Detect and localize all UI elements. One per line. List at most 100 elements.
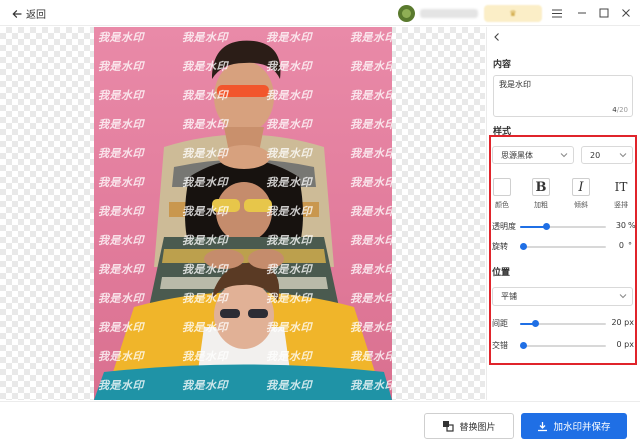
- stagger-value: 0 px: [616, 340, 634, 349]
- bold-icon: B: [535, 179, 547, 195]
- watermark-tile: 我是水印: [182, 176, 228, 189]
- watermark-tile: 我是水印: [266, 379, 312, 392]
- crown-icon: ♛: [509, 9, 517, 18]
- watermark-tile: 我是水印: [182, 31, 228, 44]
- watermark-tile: 我是水印: [350, 263, 392, 276]
- watermark-tile: 我是水印: [182, 205, 228, 218]
- stagger-label: 交错: [492, 341, 508, 350]
- watermark-tile: 我是水印: [266, 176, 312, 189]
- opacity-value: 30: [615, 221, 626, 230]
- watermark-tile: 我是水印: [266, 263, 312, 276]
- rotate-slider-handle[interactable]: [520, 243, 527, 250]
- watermark-tile: 我是水印: [182, 60, 228, 73]
- watermark-tile: 我是水印: [266, 321, 312, 334]
- watermark-tile: 我是水印: [182, 118, 228, 131]
- watermark-tile: 我是水印: [350, 118, 392, 131]
- back-button[interactable]: 返回: [12, 6, 46, 21]
- watermark-tile: 我是水印: [266, 147, 312, 160]
- watermark-tile: 我是水印: [350, 60, 392, 73]
- minimize-button[interactable]: [575, 6, 589, 20]
- watermark-tile: 我是水印: [182, 321, 228, 334]
- watermark-tile: 我是水印: [98, 292, 144, 305]
- replace-image-label: 替换图片: [459, 422, 496, 433]
- watermark-tile: 我是水印: [98, 379, 144, 392]
- watermark-tile: 我是水印: [350, 176, 392, 189]
- position-section-title: 位置: [492, 268, 511, 278]
- vertical-text-label: 竖排: [614, 201, 628, 209]
- font-family-select[interactable]: 思源黑体: [492, 146, 574, 164]
- avatar[interactable]: [398, 5, 415, 22]
- watermark-tile: 我是水印: [182, 292, 228, 305]
- spacing-label: 间距: [492, 319, 508, 328]
- arrow-left-icon: [12, 9, 22, 19]
- italic-label: 倾斜: [574, 201, 588, 209]
- add-watermark-save-label: 加水印并保存: [553, 422, 611, 433]
- font-family-value: 思源黑体: [501, 150, 533, 160]
- vip-badge[interactable]: ♛: [484, 5, 542, 22]
- preview-photo: 我是水印 我是水印 我是水印 我是水印 我是水印 我是水印 我是水印 我是水印 我是水印 我是水印…: [94, 27, 392, 400]
- watermark-tile: 我是水印: [350, 205, 392, 218]
- color-button[interactable]: [493, 178, 511, 196]
- bold-button[interactable]: B: [532, 178, 550, 196]
- font-size-select[interactable]: 20: [581, 146, 633, 164]
- chevron-down-icon: [619, 153, 627, 158]
- watermark-tile: 我是水印: [182, 263, 228, 276]
- italic-button[interactable]: I: [572, 178, 590, 196]
- watermark-tile: 我是水印: [182, 147, 228, 160]
- menu-button[interactable]: [550, 6, 564, 20]
- watermark-tile: 我是水印: [182, 379, 228, 392]
- footer-bar: 替换图片 加水印并保存: [0, 401, 640, 448]
- watermark-tile: 我是水印: [98, 350, 144, 363]
- watermark-text-input[interactable]: 我是水印 4/20: [493, 75, 633, 117]
- watermark-tile: 我是水印: [266, 31, 312, 44]
- vertical-text-icon: IT: [614, 180, 628, 194]
- stagger-slider-handle[interactable]: [520, 342, 527, 349]
- watermark-tile: 我是水印: [182, 234, 228, 247]
- vertical-text-button[interactable]: IT: [612, 178, 630, 196]
- watermark-tile: 我是水印: [266, 350, 312, 363]
- hamburger-icon: [552, 9, 562, 17]
- watermark-tile: 我是水印: [350, 89, 392, 102]
- watermark-tile: 我是水印: [98, 118, 144, 131]
- close-icon: [622, 9, 630, 17]
- close-button[interactable]: [619, 6, 633, 20]
- position-mode-select[interactable]: 平铺: [492, 287, 633, 306]
- position-mode-value: 平铺: [501, 292, 517, 301]
- watermark-tile: 我是水印: [266, 60, 312, 73]
- download-icon: [538, 421, 548, 431]
- watermark-text-value: 我是水印: [499, 80, 531, 89]
- chevron-down-icon: [560, 153, 568, 158]
- watermark-tile: 我是水印: [350, 31, 392, 44]
- opacity-slider-handle[interactable]: [542, 223, 550, 230]
- collapse-panel-button[interactable]: [493, 32, 501, 45]
- chevron-down-icon: [619, 294, 627, 299]
- watermark-tile: 我是水印: [266, 292, 312, 305]
- watermark-tile: 我是水印: [266, 89, 312, 102]
- replace-image-button[interactable]: 替换图片: [424, 413, 514, 439]
- add-watermark-save-button[interactable]: 加水印并保存: [521, 413, 627, 439]
- minimize-icon: [578, 12, 586, 14]
- spacing-value: 20 px: [611, 318, 634, 327]
- char-counter: 4/20: [612, 106, 628, 114]
- preview-canvas: 我是水印 我是水印 我是水印 我是水印 我是水印 我是水印 我是水印 我是水印 我是水印 我是水印…: [0, 27, 485, 400]
- watermark-tile: 我是水印: [350, 321, 392, 334]
- username-blurred: [420, 9, 478, 18]
- watermark-tile: 我是水印: [98, 60, 144, 73]
- content-section-title: 内容: [493, 60, 512, 70]
- watermark-tile: 我是水印: [266, 234, 312, 247]
- rotate-value: 0: [618, 241, 624, 250]
- watermark-tile: 我是水印: [266, 118, 312, 131]
- maximize-button[interactable]: [597, 6, 611, 20]
- chevron-left-icon: [494, 33, 499, 41]
- spacing-slider[interactable]: [520, 320, 606, 327]
- watermark-tile: 我是水印: [98, 234, 144, 247]
- watermark-tile: 我是水印: [350, 234, 392, 247]
- watermark-tile: 我是水印: [98, 263, 144, 276]
- watermark-tile: 我是水印: [182, 89, 228, 102]
- rotate-unit: °: [628, 241, 632, 250]
- rotate-slider[interactable]: [520, 243, 606, 250]
- opacity-slider[interactable]: [520, 223, 606, 230]
- stagger-slider[interactable]: [520, 342, 606, 349]
- highlight-frame: [489, 135, 637, 365]
- bold-label: 加粗: [534, 201, 548, 209]
